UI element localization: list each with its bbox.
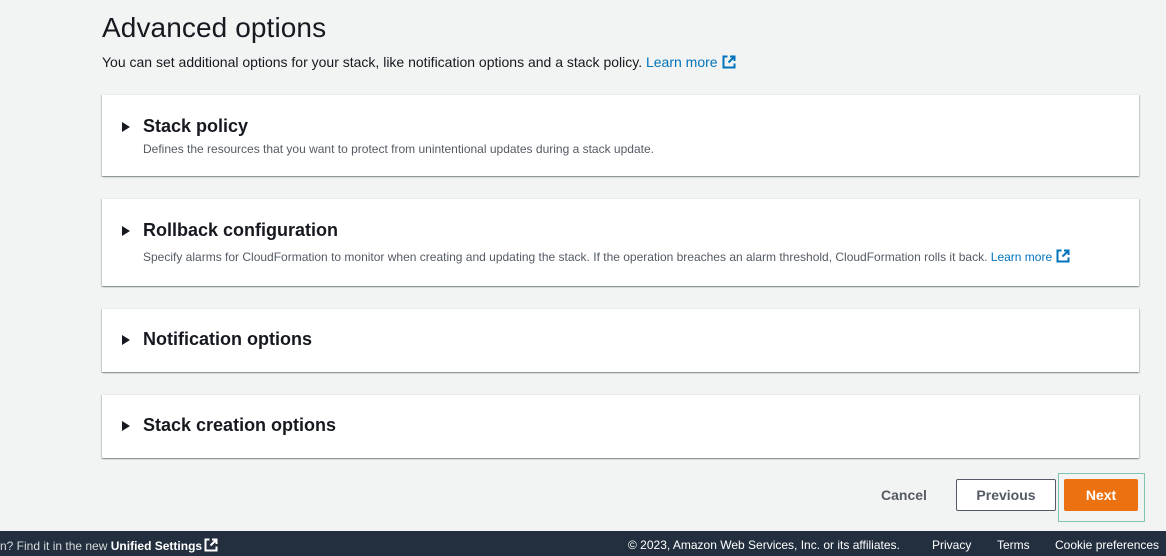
learn-more-link[interactable]: Learn more [646, 54, 736, 70]
caret-right-icon [122, 225, 130, 236]
page-description-text: You can set additional options for your … [102, 54, 643, 70]
footer-cookie-preferences-link[interactable]: Cookie preferences [1055, 538, 1159, 552]
footer-notice-text: n? Find it in the new [0, 539, 108, 553]
rollback-learn-more-label: Learn more [990, 250, 1053, 264]
notification-options-header[interactable]: Notification options [122, 329, 312, 350]
stack-policy-description: Defines the resources that you want to p… [143, 142, 654, 156]
rollback-configuration-panel: Rollback configuration Specify alarms fo… [102, 198, 1139, 286]
stack-creation-options-panel: Stack creation options [102, 394, 1139, 458]
caret-right-icon [122, 334, 130, 345]
footer-privacy-link[interactable]: Privacy [932, 538, 971, 552]
rollback-configuration-description: Specify alarms for CloudFormation to mon… [143, 249, 1070, 264]
unified-settings-label: Unified Settings [110, 539, 203, 553]
page-title: Advanced options [102, 12, 327, 43]
rollback-learn-more-link[interactable]: Learn more [990, 249, 1070, 264]
next-button[interactable]: Next [1064, 479, 1138, 511]
stack-policy-header[interactable]: Stack policy [122, 116, 248, 137]
page-description: You can set additional options for your … [102, 54, 736, 70]
rollback-description-text: Specify alarms for CloudFormation to mon… [143, 250, 988, 264]
stack-creation-options-header[interactable]: Stack creation options [122, 415, 336, 436]
learn-more-label: Learn more [645, 54, 718, 70]
footer: n? Find it in the new Unified Settings ©… [0, 531, 1166, 556]
rollback-configuration-header[interactable]: Rollback configuration [122, 220, 338, 241]
notification-options-title: Notification options [143, 329, 312, 349]
rollback-configuration-title: Rollback configuration [143, 220, 339, 240]
stack-creation-options-title: Stack creation options [143, 415, 337, 435]
external-link-icon [722, 55, 736, 69]
notification-options-panel: Notification options [102, 308, 1139, 372]
stack-policy-panel: Stack policy Defines the resources that … [102, 94, 1139, 176]
caret-right-icon [122, 420, 130, 431]
external-link-icon [1056, 249, 1070, 263]
cancel-button[interactable]: Cancel [868, 479, 940, 511]
previous-button[interactable]: Previous [956, 479, 1056, 511]
footer-copyright: © 2023, Amazon Web Services, Inc. or its… [628, 538, 900, 552]
caret-right-icon [122, 121, 130, 132]
footer-terms-link[interactable]: Terms [997, 538, 1030, 552]
stack-policy-title: Stack policy [143, 116, 249, 136]
external-link-icon [204, 538, 218, 552]
footer-unified-settings-notice: n? Find it in the new Unified Settings [0, 538, 218, 553]
unified-settings-link[interactable]: Unified Settings [110, 538, 218, 553]
